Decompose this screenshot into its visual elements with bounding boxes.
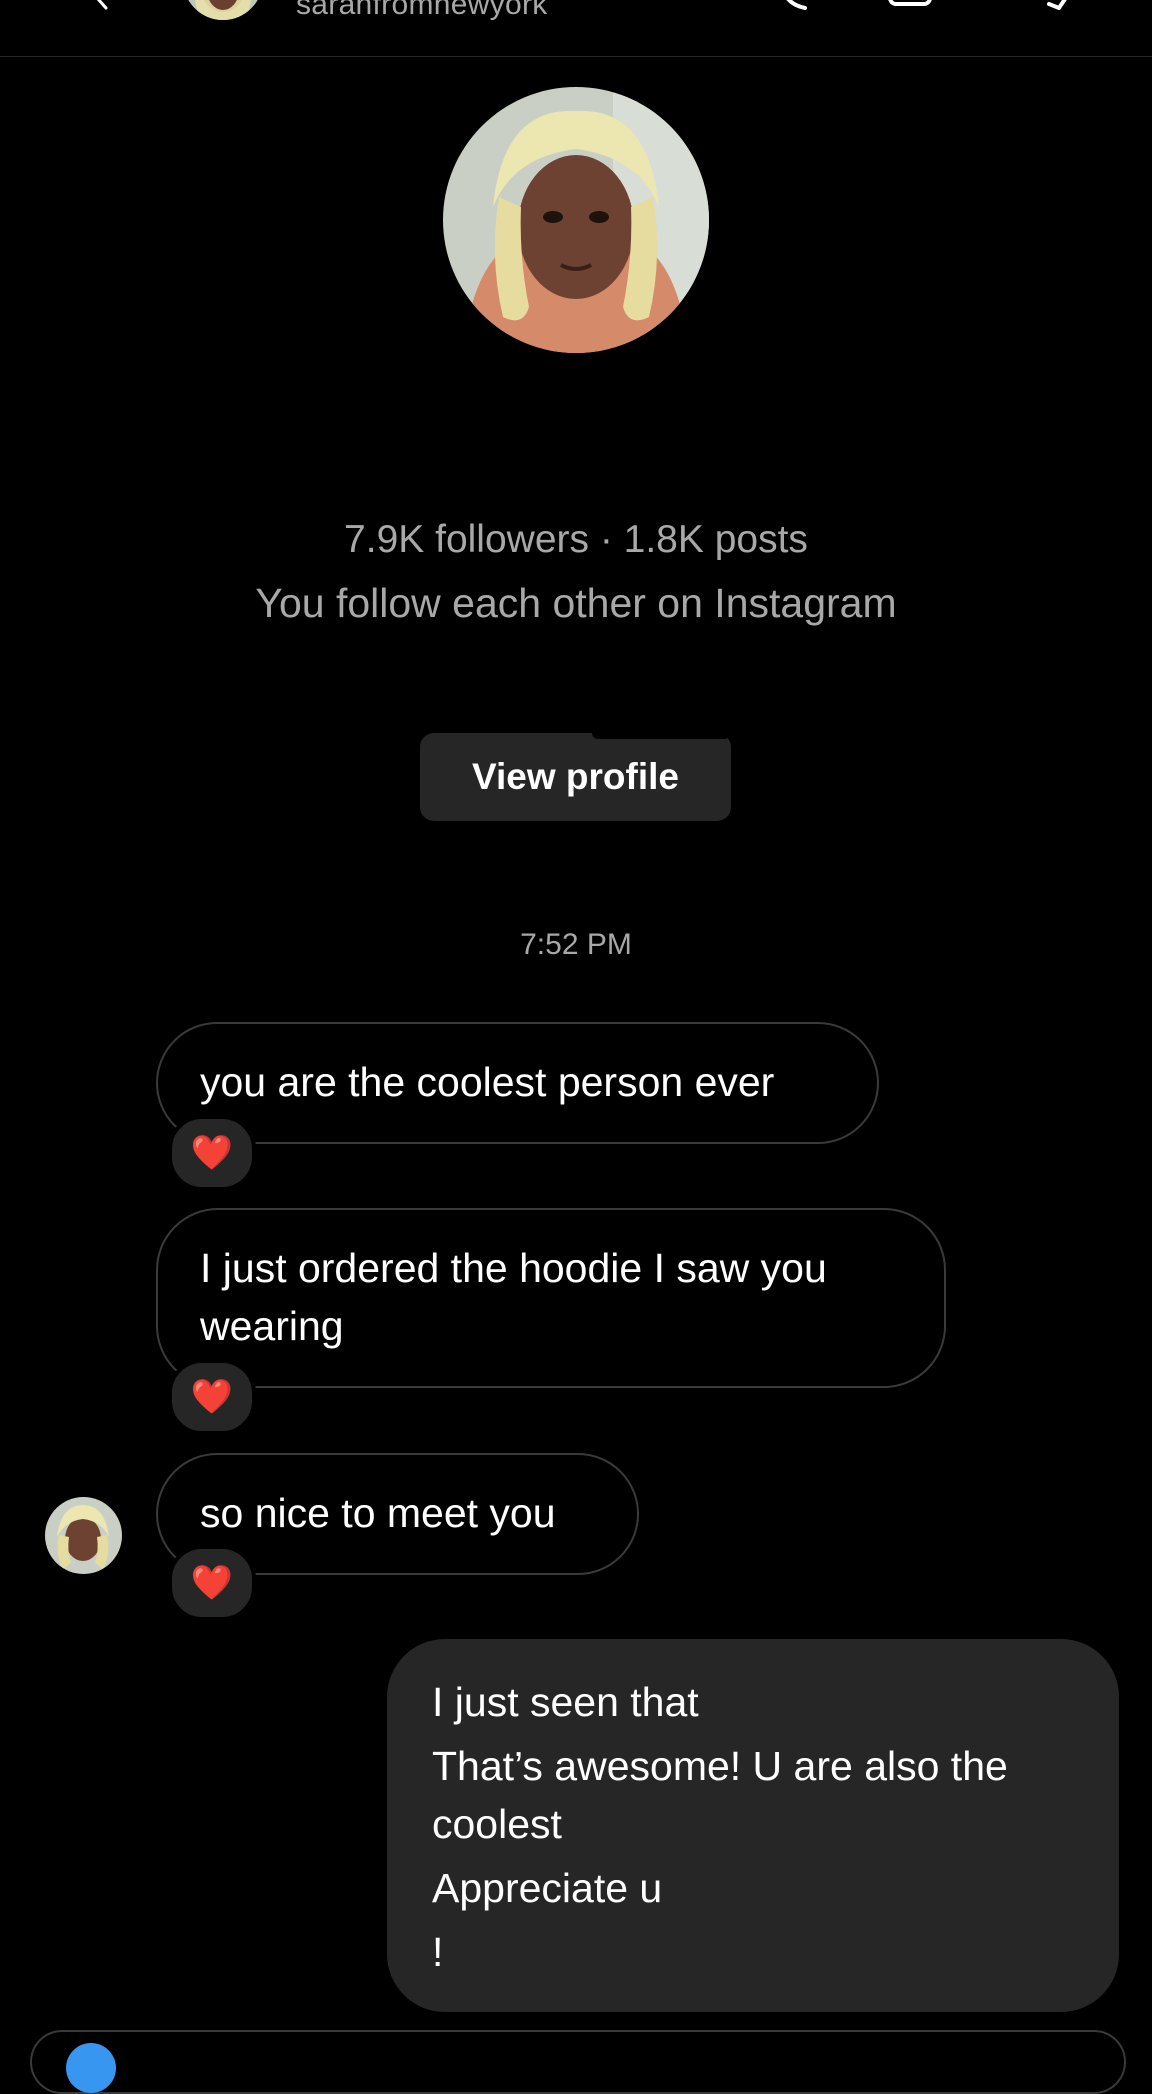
sender-avatar[interactable]	[45, 1497, 122, 1574]
follow-status-note: You follow each other on Instagram	[255, 580, 897, 626]
message-text-line: Appreciate u	[432, 1865, 663, 1911]
incoming-message-bubble[interactable]: I just ordered the hoodie I saw you wear…	[156, 1208, 946, 1388]
header-username[interactable]: sarahfromnewyork	[296, 0, 548, 22]
message-text-line: I just ordered the hoodie I saw you	[200, 1245, 827, 1291]
message-text-line: I just seen that	[432, 1679, 699, 1725]
reaction-emoji: ❤️	[190, 1564, 234, 1602]
flag-icon[interactable]	[1045, 0, 1085, 11]
message-text-line: !	[432, 1929, 444, 1975]
reaction-emoji: ❤️	[190, 1378, 234, 1416]
video-camera-icon[interactable]	[888, 0, 940, 10]
message-text-line: That’s awesome! U are also the	[432, 1743, 1008, 1789]
message-text: you are the coolest person ever	[200, 1059, 775, 1105]
phone-icon[interactable]	[775, 0, 821, 10]
heart-reaction-icon[interactable]: ❤️	[168, 1115, 256, 1191]
incoming-message-bubble[interactable]: you are the coolest person ever	[156, 1022, 879, 1144]
back-icon[interactable]	[90, 0, 112, 10]
message-composer[interactable]	[30, 2030, 1126, 2094]
profile-stats: 7.9K followers · 1.8K posts	[344, 518, 808, 561]
profile-avatar[interactable]	[443, 87, 709, 353]
chat-header	[0, 0, 1152, 57]
message-text-line: coolest	[432, 1801, 562, 1847]
view-profile-button[interactable]: View profile	[420, 733, 731, 821]
message-text-line: wearing	[200, 1303, 344, 1349]
reaction-emoji: ❤️	[190, 1134, 234, 1172]
message-text: so nice to meet you	[200, 1490, 556, 1536]
camera-icon[interactable]	[66, 2043, 116, 2093]
heart-reaction-icon[interactable]: ❤️	[168, 1545, 256, 1621]
message-timestamp: 7:52 PM	[520, 928, 632, 961]
outgoing-message-bubble[interactable]: I just seen that That’s awesome! U are a…	[387, 1639, 1119, 2012]
redaction-mark	[592, 727, 730, 739]
heart-reaction-icon[interactable]: ❤️	[168, 1359, 256, 1435]
